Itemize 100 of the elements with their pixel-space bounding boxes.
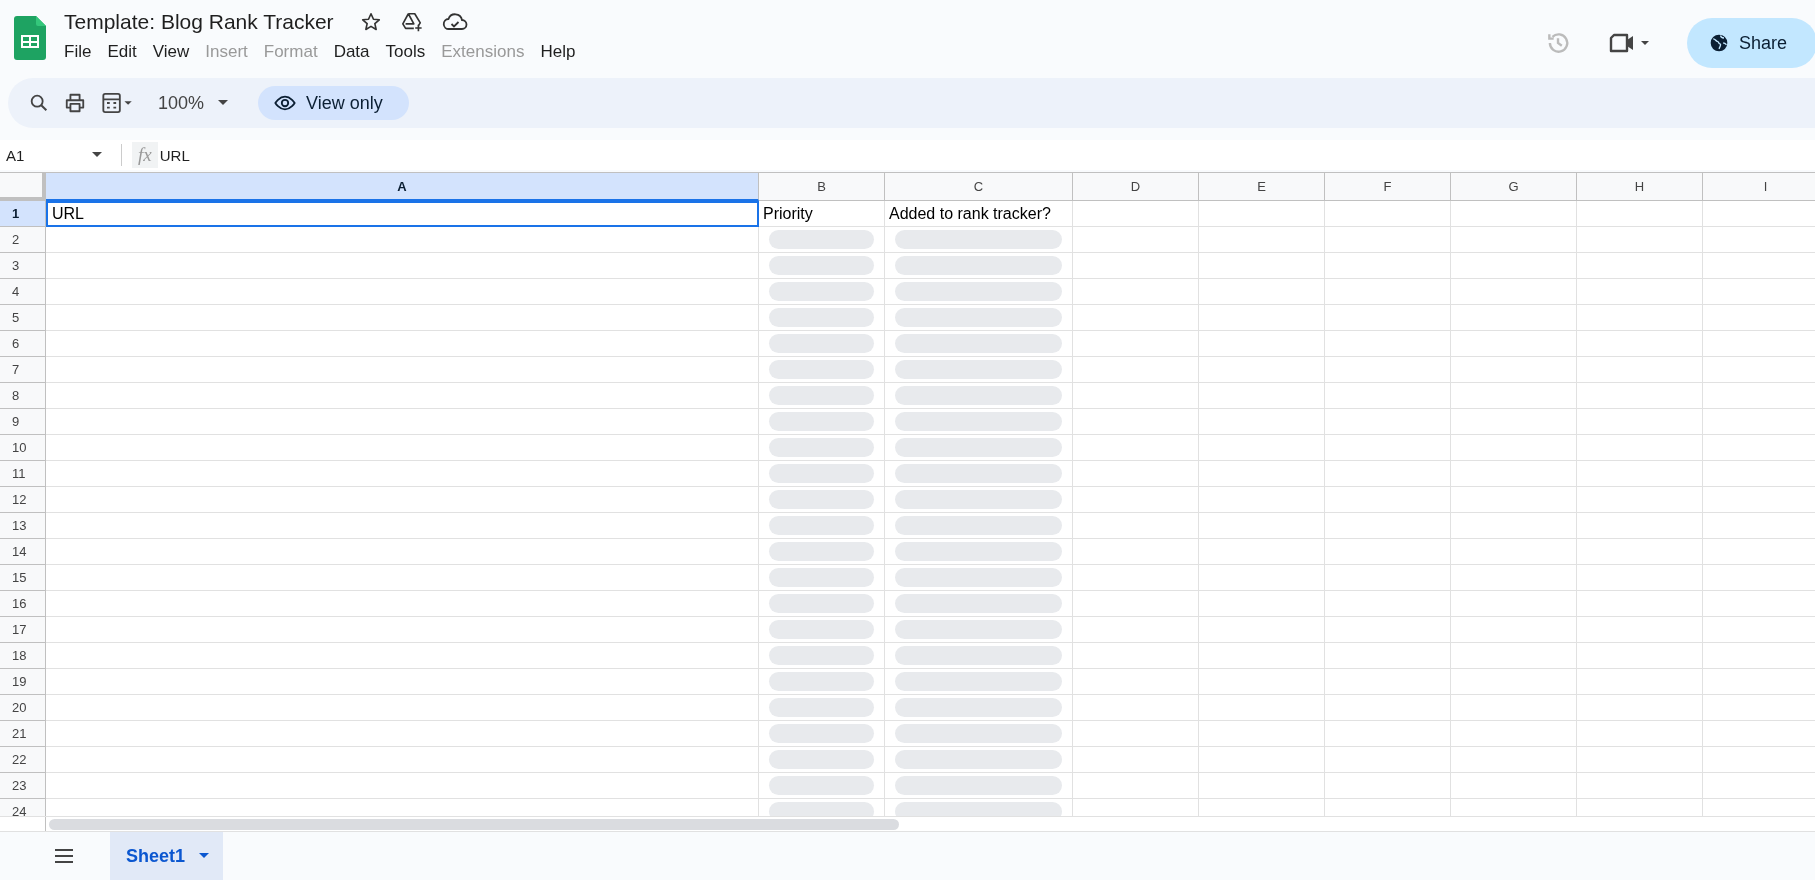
table-cell[interactable] <box>885 279 1073 305</box>
table-cell[interactable] <box>1073 305 1199 331</box>
table-cell[interactable] <box>1325 747 1451 773</box>
menu-item[interactable]: Data <box>325 42 378 62</box>
table-cell[interactable] <box>1577 643 1703 669</box>
table-cell[interactable] <box>1073 669 1199 695</box>
table-cell[interactable] <box>1577 565 1703 591</box>
row-header[interactable]: 14 <box>0 539 46 565</box>
caret-icon[interactable] <box>218 100 229 106</box>
table-cell[interactable] <box>885 357 1073 383</box>
row-header[interactable]: 18 <box>0 643 46 669</box>
table-cell[interactable] <box>759 721 885 747</box>
row-header[interactable]: 7 <box>0 357 46 383</box>
table-cell[interactable] <box>1199 721 1325 747</box>
sheets-logo-icon[interactable] <box>14 16 46 60</box>
table-cell[interactable] <box>1199 227 1325 253</box>
row-header[interactable]: 10 <box>0 435 46 461</box>
table-cell[interactable] <box>1073 565 1199 591</box>
table-cell[interactable] <box>1199 383 1325 409</box>
table-cell[interactable] <box>759 357 885 383</box>
row-header[interactable]: 1 <box>0 201 46 227</box>
table-cell[interactable] <box>885 565 1073 591</box>
table-cell[interactable] <box>759 435 885 461</box>
table-cell[interactable] <box>1199 695 1325 721</box>
table-cell[interactable] <box>1073 617 1199 643</box>
table-cell[interactable] <box>759 747 885 773</box>
table-cell[interactable] <box>1199 591 1325 617</box>
table-cell[interactable] <box>1073 487 1199 513</box>
table-cell[interactable]: URL <box>46 201 759 227</box>
column-header[interactable]: C <box>885 173 1073 201</box>
table-cell[interactable] <box>759 383 885 409</box>
row-header[interactable]: 2 <box>0 227 46 253</box>
table-cell[interactable] <box>1577 253 1703 279</box>
row-header[interactable]: 3 <box>0 253 46 279</box>
row-header[interactable]: 16 <box>0 591 46 617</box>
row-header[interactable]: 21 <box>0 721 46 747</box>
table-cell[interactable] <box>885 617 1073 643</box>
table-cell[interactable] <box>1451 669 1577 695</box>
table-cell[interactable] <box>759 305 885 331</box>
table-cell[interactable] <box>1199 643 1325 669</box>
table-cell[interactable] <box>46 331 759 357</box>
table-cell[interactable] <box>1451 773 1577 799</box>
table-cell[interactable] <box>1199 539 1325 565</box>
row-header[interactable]: 20 <box>0 695 46 721</box>
table-cell[interactable] <box>1325 253 1451 279</box>
table-cell[interactable] <box>1577 305 1703 331</box>
table-cell[interactable] <box>1577 617 1703 643</box>
row-header[interactable]: 9 <box>0 409 46 435</box>
table-cell[interactable] <box>46 435 759 461</box>
table-cell[interactable] <box>1325 279 1451 305</box>
video-camera-icon[interactable] <box>1609 32 1649 54</box>
table-cell[interactable] <box>885 513 1073 539</box>
table-cell[interactable] <box>1577 227 1703 253</box>
table-cell[interactable] <box>1451 643 1577 669</box>
table-cell[interactable] <box>1325 643 1451 669</box>
table-cell[interactable] <box>1073 643 1199 669</box>
column-header[interactable]: G <box>1451 173 1577 201</box>
table-cell[interactable] <box>46 253 759 279</box>
table-cell[interactable] <box>1199 747 1325 773</box>
table-cell[interactable] <box>1073 435 1199 461</box>
name-box[interactable]: A1 <box>0 146 110 164</box>
table-cell[interactable] <box>759 227 885 253</box>
table-cell[interactable] <box>885 695 1073 721</box>
table-cell[interactable] <box>885 669 1073 695</box>
row-header[interactable]: 4 <box>0 279 46 305</box>
table-cell[interactable] <box>1325 227 1451 253</box>
table-cell[interactable] <box>1325 383 1451 409</box>
table-cell[interactable] <box>759 461 885 487</box>
table-cell[interactable] <box>1451 201 1577 227</box>
table-cell[interactable] <box>1325 539 1451 565</box>
menu-icon[interactable] <box>54 849 74 863</box>
table-cell[interactable] <box>46 643 759 669</box>
sheet-tab[interactable]: Sheet1 <box>110 832 224 880</box>
table-cell[interactable] <box>1199 617 1325 643</box>
table-cell[interactable] <box>1577 591 1703 617</box>
table-cell[interactable] <box>759 331 885 357</box>
view-only-button[interactable]: View only <box>258 86 409 120</box>
table-cell[interactable] <box>1325 487 1451 513</box>
table-cell[interactable] <box>1073 773 1199 799</box>
table-cell[interactable] <box>1577 721 1703 747</box>
table-cell[interactable] <box>759 591 885 617</box>
table-cell[interactable] <box>1073 357 1199 383</box>
menu-item[interactable]: View <box>144 42 198 62</box>
table-cell[interactable] <box>1199 253 1325 279</box>
table-cell[interactable] <box>1451 617 1577 643</box>
table-cell[interactable] <box>1577 383 1703 409</box>
menu-item[interactable]: Edit <box>99 42 145 62</box>
table-cell[interactable] <box>46 695 759 721</box>
table-cell[interactable] <box>1451 227 1577 253</box>
table-cell[interactable] <box>759 539 885 565</box>
table-cell[interactable] <box>46 227 759 253</box>
column-header[interactable]: H <box>1577 173 1703 201</box>
table-cell[interactable] <box>885 253 1073 279</box>
table-cell[interactable] <box>1451 721 1577 747</box>
table-cell[interactable] <box>1577 513 1703 539</box>
search-icon[interactable] <box>28 92 50 114</box>
table-cell[interactable] <box>885 409 1073 435</box>
table-cell[interactable] <box>1073 539 1199 565</box>
table-cell[interactable] <box>759 279 885 305</box>
table-cell[interactable] <box>759 695 885 721</box>
